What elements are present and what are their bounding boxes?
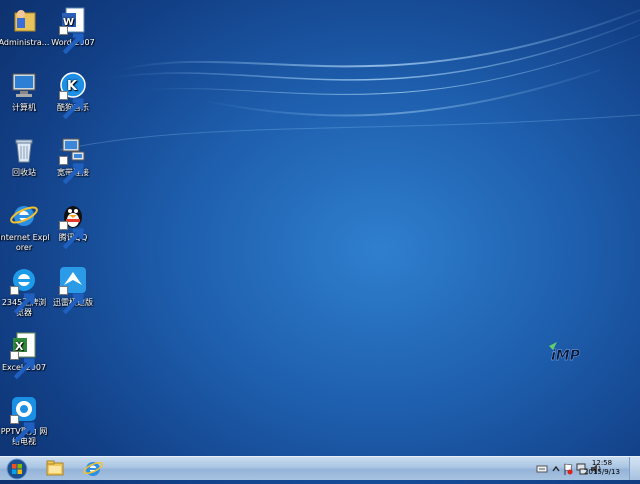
desktop-icon-excel-2007[interactable]: X Excel 2007	[0, 330, 50, 380]
shortcut-arrow-icon	[59, 91, 84, 120]
clock-time: 12:58	[591, 459, 613, 467]
keyboard-icon[interactable]	[536, 460, 548, 478]
desktop-icon-internet-explorer[interactable]: Internet Explorer	[0, 200, 50, 253]
shortcut-arrow-icon	[59, 286, 84, 315]
desktop-icon-recycle-bin[interactable]: 回收站	[0, 135, 50, 178]
shortcut-arrow-icon	[10, 351, 35, 380]
icon-label: 计算机	[12, 103, 36, 112]
icon-label: Internet Explorer	[0, 233, 50, 252]
recycle-bin-icon	[9, 135, 39, 165]
pptv-icon	[9, 394, 39, 444]
action-center-flag-icon[interactable]	[562, 460, 574, 478]
word-icon: W	[58, 5, 88, 55]
shortcut-arrow-icon	[10, 415, 35, 444]
show-hidden-icons-icon[interactable]	[550, 460, 562, 478]
internet-explorer-icon	[83, 461, 103, 476]
desktop-icon-tencent-qq[interactable]: 腾讯QQ	[47, 200, 99, 250]
desktop-icon-broadband-connection[interactable]: 宽带连接	[47, 135, 99, 185]
taskbar-internet-explorer[interactable]	[76, 458, 110, 479]
desktop-icon-computer[interactable]: 计算机	[0, 70, 50, 113]
desktop-icon-pptv[interactable]: PPTV聚力 网络电视	[0, 394, 50, 447]
show-desktop-button[interactable]	[629, 457, 640, 480]
icon-label: Administra...	[0, 38, 50, 47]
clock-date: 2015/9/13	[584, 468, 620, 476]
browser-2345-icon	[9, 265, 39, 315]
desktop-icon-kugou-music[interactable]: K 酷狗音乐	[47, 70, 99, 120]
shortcut-arrow-icon	[59, 221, 84, 250]
shortcut-arrow-icon	[10, 286, 35, 315]
desktop-icon-word-2007[interactable]: W Word 2007	[47, 5, 99, 55]
icon-label: 回收站	[12, 168, 36, 177]
wallpaper-logo: iMP	[545, 338, 601, 370]
desktop-icon-xunlei[interactable]: 迅雷极速版	[47, 265, 99, 315]
taskbar-file-explorer[interactable]	[38, 458, 72, 479]
excel-icon: X	[9, 330, 39, 380]
network-connection-icon	[58, 135, 88, 185]
shortcut-arrow-icon	[59, 26, 84, 55]
computer-icon	[9, 70, 39, 100]
desktop-icon-2345-browser[interactable]: 2345王牌浏览器	[0, 265, 50, 318]
internet-explorer-icon	[9, 200, 39, 230]
start-button[interactable]	[2, 458, 32, 480]
user-folder-icon	[9, 5, 39, 35]
folder-icon	[46, 460, 64, 476]
qq-penguin-icon	[58, 200, 88, 250]
xunlei-bird-icon	[58, 265, 88, 315]
svg-text:iMP: iMP	[551, 348, 581, 364]
taskbar: 12:58 2015/9/13	[0, 456, 640, 480]
desktop-icon-administrator[interactable]: Administra...	[0, 5, 50, 48]
kugou-music-icon: K	[58, 70, 88, 120]
clock[interactable]: 12:58 2015/9/13	[578, 459, 626, 477]
shortcut-arrow-icon	[59, 156, 84, 185]
